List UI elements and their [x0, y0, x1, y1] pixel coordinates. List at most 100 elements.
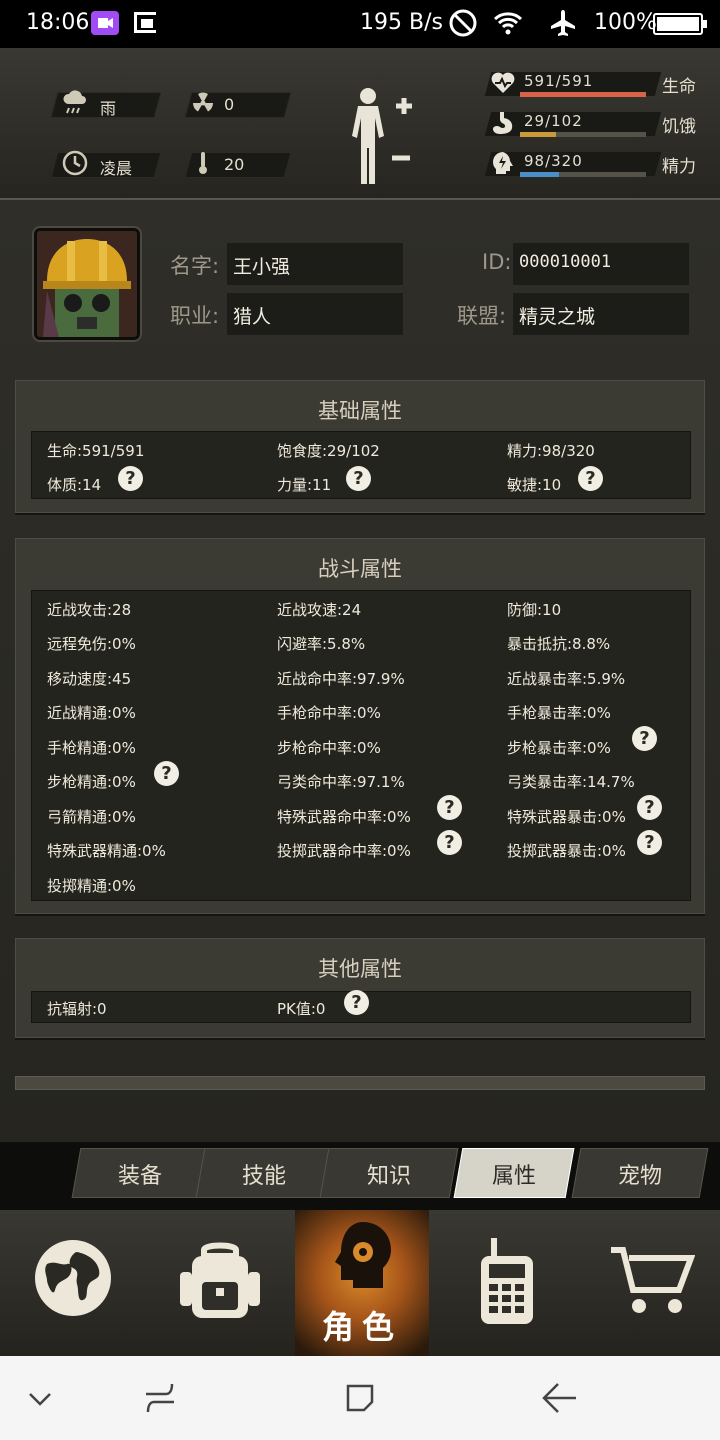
- attr-move-speed: 移动速度:45: [47, 670, 132, 688]
- system-nav-bar: [0, 1356, 720, 1440]
- attr-agility: 敏捷:10: [507, 476, 562, 494]
- alliance-field: 精灵之城: [513, 293, 689, 335]
- cart-icon: [611, 1247, 695, 1313]
- attr-energy: 精力:98/320: [507, 442, 595, 460]
- chevron-down-icon[interactable]: [26, 1386, 54, 1410]
- backpack-icon: [180, 1242, 260, 1318]
- attr-melee-speed: 近战攻速:24: [277, 601, 362, 619]
- job-label: 职业:: [170, 304, 220, 328]
- combat-attributes-panel: 战斗属性 近战攻击:28 近战攻速:24 防御:10 远程免伤:0% 闪避率:5.8% 暴…: [15, 538, 705, 914]
- health-track: [520, 92, 646, 97]
- radiation-icon: [193, 92, 213, 112]
- nav-character[interactable]: 角色: [295, 1210, 429, 1356]
- health-label: 生命: [662, 77, 696, 97]
- status-bar: 18:06 195 B/s 100%: [0, 0, 720, 48]
- attr-rifle-hit-rate: 步枪命中率:0%: [277, 739, 381, 757]
- attr-melee-hit-rate: 近战命中率:97.9%: [277, 670, 405, 688]
- energy-track: [520, 172, 646, 177]
- attr-special-weapon-hit-rate: 特殊武器命中率:0%: [277, 808, 411, 826]
- attr-throwing-weapon-hit-rate: 投掷武器命中率:0%: [277, 842, 411, 860]
- basic-attributes-list: 生命:591/591 饱食度:29/102 精力:98/320 体质:14 ? …: [31, 431, 691, 499]
- hunger-track: [520, 132, 646, 137]
- help-icon[interactable]: ?: [637, 830, 662, 855]
- health-value: 591/591: [524, 72, 594, 90]
- attr-arrow-mastery: 弓箭精通:0%: [47, 808, 136, 826]
- head-lightning-icon: [493, 152, 513, 174]
- radiation-value: 0: [224, 95, 235, 114]
- weather-label: 雨: [100, 99, 117, 118]
- camera-app-icon: [91, 11, 119, 35]
- wifi-icon: [493, 12, 523, 35]
- attr-pistol-hit-rate: 手枪命中率:0%: [277, 704, 381, 722]
- help-icon[interactable]: ?: [154, 761, 179, 786]
- attr-constitution: 体质:14: [47, 476, 102, 494]
- time-of-day-label: 凌晨: [100, 159, 133, 178]
- character-icon: [335, 1222, 391, 1288]
- other-attributes-panel: 其他属性 抗辐射:0 PK值:0 ?: [15, 938, 705, 1038]
- attr-throwing-weapon-crit: 投掷武器暴击:0%: [507, 842, 626, 860]
- job-field: 猎人: [227, 293, 403, 335]
- attr-bow-hit-rate: 弓类命中率:97.1%: [277, 773, 405, 791]
- energy-label: 精力: [662, 157, 696, 177]
- divider-bar: [15, 1076, 705, 1090]
- hunger-label: 饥饿: [662, 117, 696, 137]
- name-field: 王小强: [227, 243, 403, 285]
- help-icon[interactable]: ?: [346, 466, 371, 491]
- alliance-label: 联盟:: [457, 304, 507, 328]
- other-attributes-list: 抗辐射:0 PK值:0 ?: [31, 990, 691, 1023]
- basic-attributes-panel: 基础属性 生命:591/591 饱食度:29/102 精力:98/320 体质:…: [15, 380, 705, 513]
- bottom-nav: 角色: [0, 1210, 720, 1356]
- help-icon[interactable]: ?: [437, 830, 462, 855]
- id-field: 000010001: [513, 243, 689, 285]
- attr-pistol-crit-rate: 手枪暴击率:0%: [507, 704, 611, 722]
- attr-crit-resist: 暴击抵抗:8.8%: [507, 635, 611, 653]
- nav-radio[interactable]: [429, 1210, 579, 1356]
- rain-cloud-icon: [63, 90, 86, 114]
- attr-melee-attack: 近战攻击:28: [47, 601, 132, 619]
- tab-equipment-label: 装备: [117, 1164, 162, 1189]
- nav-inventory[interactable]: [145, 1210, 295, 1356]
- id-label: ID:: [482, 250, 512, 274]
- radio-icon: [481, 1238, 533, 1324]
- tab-pets-label: 宠物: [617, 1164, 662, 1189]
- help-icon[interactable]: ?: [118, 466, 143, 491]
- tab-attributes-label: 属性: [491, 1164, 536, 1189]
- stomach-icon: [493, 112, 513, 134]
- attr-rifle-mastery: 步枪精通:0%: [47, 773, 136, 791]
- home-icon[interactable]: [340, 1378, 380, 1418]
- airplane-mode-icon: [551, 10, 575, 36]
- temperature-value: 20: [224, 155, 245, 174]
- attr-special-weapon-mastery: 特殊武器精通:0%: [47, 842, 166, 860]
- top-status-panel: 雨 0 凌晨 20 591/591 生命 29/102 饥饿 98/320 精力: [0, 48, 720, 200]
- status-time: 18:06: [26, 10, 90, 35]
- body-status-icon[interactable]: [344, 86, 418, 186]
- attr-special-weapon-crit: 特殊武器暴击:0%: [507, 808, 626, 826]
- avatar[interactable]: [34, 228, 140, 340]
- tab-bar: 装备 技能 知识 属性 宠物: [0, 1142, 720, 1210]
- help-icon[interactable]: ?: [632, 726, 657, 751]
- attr-rifle-crit-rate: 步枪暴击率:0%: [507, 739, 611, 757]
- back-arrow-icon[interactable]: [538, 1378, 582, 1418]
- help-icon[interactable]: ?: [578, 466, 603, 491]
- attr-pistol-mastery: 手枪精通:0%: [47, 739, 136, 757]
- help-icon[interactable]: ?: [344, 990, 369, 1015]
- hunger-fill: [520, 132, 556, 137]
- attr-strength: 力量:11: [277, 476, 332, 494]
- battery-icon: [653, 13, 707, 35]
- battery-percent: 100%: [594, 10, 657, 35]
- attr-melee-crit-rate: 近战暴击率:5.9%: [507, 670, 626, 688]
- health-fill: [520, 92, 646, 97]
- help-icon[interactable]: ?: [637, 795, 662, 820]
- hunger-value: 29/102: [524, 112, 583, 130]
- attr-health: 生命:591/591: [47, 442, 145, 460]
- nav-world[interactable]: [0, 1210, 145, 1356]
- character-portrait: [37, 231, 137, 337]
- network-speed: 195 B/s: [360, 10, 443, 35]
- attr-defense: 防御:10: [507, 601, 562, 619]
- help-icon[interactable]: ?: [437, 795, 462, 820]
- recent-apps-icon[interactable]: [140, 1380, 180, 1416]
- attr-bow-crit-rate: 弓类暴击率:14.7%: [507, 773, 635, 791]
- energy-fill: [520, 172, 559, 177]
- attr-radiation-resist: 抗辐射:0: [47, 1000, 107, 1018]
- nav-shop[interactable]: [579, 1210, 720, 1356]
